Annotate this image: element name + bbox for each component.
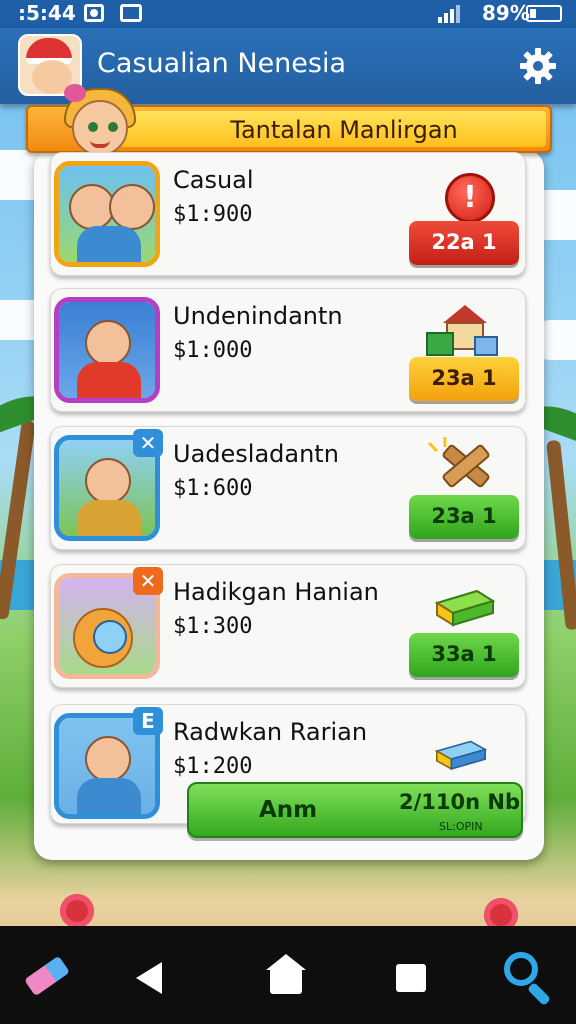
signal-icon bbox=[438, 3, 460, 23]
item-price: $1:300 bbox=[173, 614, 253, 639]
home-icon[interactable] bbox=[260, 950, 312, 1002]
item-name: Casual bbox=[173, 166, 254, 194]
alert-icon: ! bbox=[445, 173, 495, 223]
item-price: $1:200 bbox=[173, 754, 253, 779]
item-price: $1:600 bbox=[173, 476, 253, 501]
item-button[interactable]: 23a 1 bbox=[409, 357, 519, 401]
claim-sub-label: SL:OPIN bbox=[439, 820, 483, 833]
battery-percent: 89% bbox=[482, 1, 530, 25]
green-block-icon bbox=[434, 589, 496, 627]
item-name: Uadesladantn bbox=[173, 440, 339, 468]
house-icon bbox=[426, 305, 498, 356]
item-price: $1:900 bbox=[173, 202, 253, 227]
list-item[interactable]: Casual $1:900 ! 22a 1 bbox=[50, 152, 526, 276]
flower bbox=[60, 894, 94, 928]
item-thumbnail bbox=[54, 297, 160, 403]
list-item[interactable]: ✕ Uadesladantn $1:600 23a 1 bbox=[50, 426, 526, 550]
eraser-icon[interactable] bbox=[20, 950, 72, 1002]
app-title: Casualian Nenesia bbox=[97, 48, 347, 79]
blue-block-icon bbox=[434, 740, 488, 771]
e-badge-icon: E bbox=[133, 707, 163, 735]
back-icon[interactable] bbox=[124, 950, 176, 1002]
item-button[interactable]: 23a 1 bbox=[409, 495, 519, 539]
notification-icon bbox=[84, 4, 104, 22]
claim-button[interactable]: Anm 2/110n Nb SL:OPIN bbox=[187, 782, 523, 838]
item-name: Hadikgan Hanian bbox=[173, 578, 379, 606]
recent-apps-icon[interactable] bbox=[384, 950, 436, 1002]
status-time: :5:44 bbox=[18, 1, 76, 25]
close-badge-icon[interactable]: ✕ bbox=[133, 429, 163, 457]
item-thumbnail bbox=[54, 161, 160, 267]
item-button[interactable]: 33a 1 bbox=[409, 633, 519, 677]
gear-icon[interactable] bbox=[518, 46, 558, 86]
item-price: $1:000 bbox=[173, 338, 253, 363]
crossed-planks-icon bbox=[427, 437, 490, 488]
list-item[interactable]: ✕ Hadikgan Hanian $1:300 33a 1 bbox=[50, 564, 526, 688]
battery-icon bbox=[526, 5, 562, 22]
item-name: Undenindantn bbox=[173, 302, 343, 330]
claim-right-label: 2/110n Nb bbox=[399, 790, 520, 814]
search-icon[interactable] bbox=[500, 950, 552, 1007]
system-nav-bar bbox=[0, 926, 576, 1024]
close-badge-icon[interactable]: ✕ bbox=[133, 567, 163, 595]
claim-left-label: Anm bbox=[259, 797, 318, 823]
list-item[interactable]: Undenindantn $1:000 23a 1 bbox=[50, 288, 526, 412]
item-name: Radwkan Rarian bbox=[173, 718, 368, 746]
image-notification-icon bbox=[120, 4, 142, 22]
status-bar: :5:44 89% bbox=[0, 0, 576, 28]
item-button[interactable]: 22a 1 bbox=[409, 221, 519, 265]
